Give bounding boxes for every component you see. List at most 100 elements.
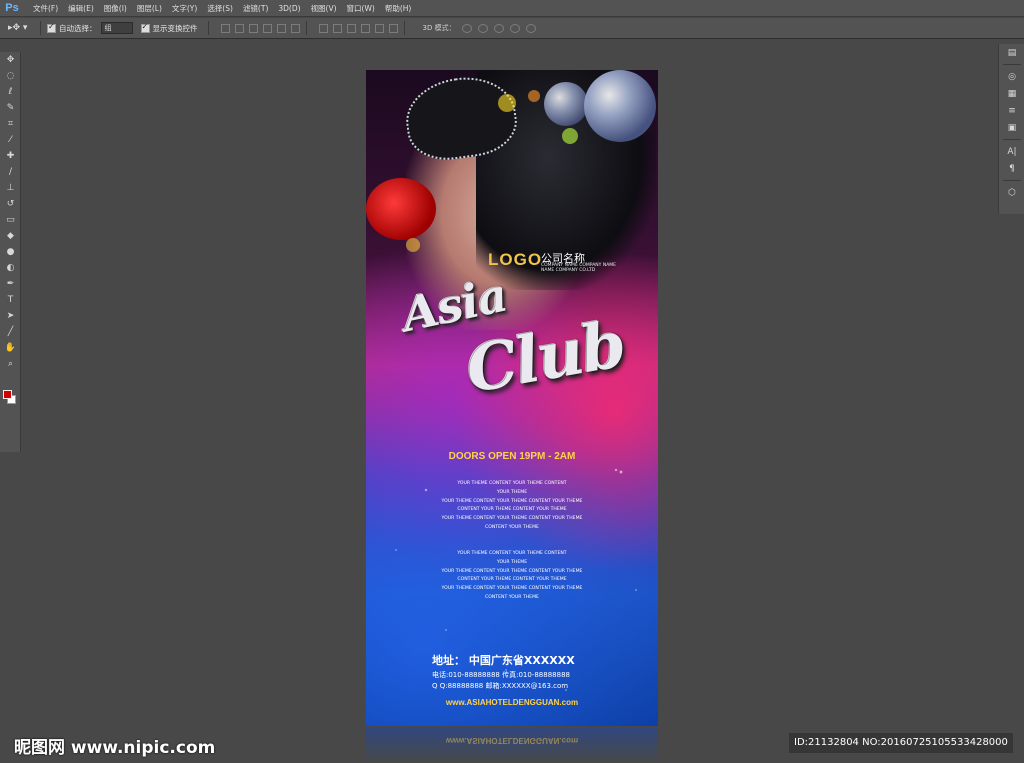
menu-type[interactable]: 文字(Y) [167, 0, 202, 17]
show-transform-label: 显示变换控件 [152, 23, 198, 33]
photoshop-window: Ps 文件(F) 编辑(E) 图像(I) 图层(L) 文字(Y) 选择(S) 滤… [0, 0, 1024, 763]
theme-line: CONTENT YOUR THEME [485, 594, 539, 600]
doors-open-text: DOORS OPEN 19PM - 2AM [448, 451, 576, 462]
roll-3d-icon[interactable] [477, 23, 488, 33]
blur-tool-icon[interactable]: ● [0, 244, 21, 260]
line-tool-icon[interactable]: ╱ [0, 324, 21, 340]
disco-ball-small-image [544, 82, 588, 126]
lasso-tool-icon[interactable]: ℓ [0, 84, 21, 100]
theme-line: YOUR THEME CONTENT YOUR THEME CONTENT [457, 551, 567, 556]
distribute-left-icon[interactable] [360, 23, 370, 33]
align-bottom-icon[interactable] [248, 23, 258, 33]
paragraph-panel-icon[interactable]: ¶ [999, 160, 1024, 177]
clone-stamp-icon[interactable]: ⊥ [0, 180, 21, 196]
menu-file[interactable]: 文件(F) [28, 0, 63, 17]
theme-line: CONTENT YOUR THEME CONTENT YOUR THEME [457, 577, 567, 583]
dodge-tool-icon[interactable]: ◐ [0, 260, 21, 276]
menu-bar: Ps 文件(F) 编辑(E) 图像(I) 图层(L) 文字(Y) 选择(S) 滤… [0, 0, 1024, 17]
theme-line: YOUR THEME CONTENT YOUR THEME CONTENT YO… [441, 568, 583, 574]
ps-logo-icon: Ps [5, 1, 19, 14]
menu-select[interactable]: 选择(S) [202, 0, 238, 17]
crop-tool-icon[interactable]: ⌗ [0, 116, 21, 132]
menu-view[interactable]: 视图(V) [306, 0, 342, 17]
align-hcenter-icon[interactable] [276, 23, 286, 33]
qq-email-text: Q Q:88888888 邮箱:XXXXXX@163.com [432, 682, 569, 690]
foreground-color-swatch[interactable] [3, 390, 12, 399]
history-panel-icon[interactable]: ▤ [999, 44, 1024, 61]
align-vcenter-icon[interactable] [234, 23, 244, 33]
poster-logo: LOGO [488, 250, 543, 269]
menu-layer[interactable]: 图层(L) [132, 0, 167, 17]
company-name-en-line2: NAME COMPANY CO.LTD [541, 268, 596, 273]
align-top-icon[interactable] [220, 23, 230, 33]
menu-help[interactable]: 帮助(H) [380, 0, 417, 17]
image-id-watermark: ID:21132804 NO:20160725105533428000 [789, 733, 1013, 753]
healing-brush-icon[interactable]: ✚ [0, 148, 21, 164]
address-text: 地址： 中国广东省XXXXXX [432, 654, 575, 667]
canvas-poster[interactable]: LOGO 公司名称 COMPANY NAME COMPANY NAME NAME… [366, 70, 658, 726]
align-right-icon[interactable] [290, 23, 300, 33]
character-panel-icon[interactable]: A| [999, 143, 1024, 160]
styles-panel-icon[interactable]: ▣ [999, 119, 1024, 136]
theme-line: YOUR THEME CONTENT YOUR THEME CONTENT [457, 481, 567, 486]
menu-image[interactable]: 图像(I) [99, 0, 132, 17]
zoom-tool-icon[interactable]: ⌕ [0, 356, 21, 372]
distribute-hcenter-icon[interactable] [374, 23, 384, 33]
slide-3d-icon[interactable] [509, 23, 520, 33]
show-transform-checkbox[interactable] [140, 22, 150, 33]
options-bar: ▸✥ ▾ 自动选择： 组 显示变换控件 3D 模式： [0, 18, 1024, 39]
paint-bucket-icon[interactable]: ◆ [0, 228, 21, 244]
mode-3d-label: 3D 模式： [422, 24, 456, 32]
distribute-right-icon[interactable] [388, 23, 398, 33]
divider [1002, 180, 1021, 181]
move-tool-preset-icon[interactable]: ▸✥ ▾ [8, 21, 34, 36]
divider [1002, 139, 1021, 140]
orbit-3d-icon[interactable] [461, 23, 472, 33]
type-tool-icon[interactable]: T [0, 292, 21, 308]
marquee-tool-icon[interactable]: ◌ [0, 68, 21, 84]
tools-panel: ✥ ◌ ℓ ✎ ⌗ ⁄ ✚ ∕ ⊥ ↺ ▭ ◆ ● ◐ ✒ T ➤ ╱ ✋ ⌕ [0, 52, 21, 452]
move-tool-icon[interactable]: ✥ [0, 52, 21, 68]
theme-line: YOUR THEME [496, 559, 528, 565]
pen-tool-icon[interactable]: ✒ [0, 276, 21, 292]
menu-filter[interactable]: 滤镜(T) [238, 0, 273, 17]
bokeh-light [562, 128, 578, 144]
brush-tool-icon[interactable]: ∕ [0, 164, 21, 180]
auto-select-dropdown[interactable]: 组 [100, 22, 133, 34]
poster-reflection: www.ASIAHOTELDENGGUAN.com [366, 728, 658, 763]
theme-line: YOUR THEME CONTENT YOUR THEME CONTENT YO… [441, 516, 583, 522]
history-brush-icon[interactable]: ↺ [0, 196, 21, 212]
path-select-icon[interactable]: ➤ [0, 308, 21, 324]
theme-line: YOUR THEME [496, 489, 528, 495]
adjustments-panel-icon[interactable]: ≡ [999, 102, 1024, 119]
align-left-icon[interactable] [262, 23, 272, 33]
divider [40, 21, 41, 35]
auto-select-checkbox[interactable] [47, 22, 56, 33]
eraser-tool-icon[interactable]: ▭ [0, 212, 21, 228]
drag-3d-icon[interactable] [493, 23, 504, 33]
distribute-buttons [318, 23, 398, 33]
distribute-bottom-icon[interactable] [346, 23, 356, 33]
reflected-website-text: www.ASIAHOTELDENGGUAN.com [445, 736, 579, 745]
swatches-panel-icon[interactable]: ▦ [999, 85, 1024, 102]
scale-3d-icon[interactable] [525, 23, 536, 33]
eyedropper-tool-icon[interactable]: ⁄ [0, 132, 21, 148]
menu-window[interactable]: 窗口(W) [342, 0, 380, 17]
distribute-vcenter-icon[interactable] [332, 23, 342, 33]
bokeh-light [498, 94, 516, 112]
3d-panel-icon[interactable]: ⬡ [999, 184, 1024, 201]
divider [305, 21, 307, 35]
hand-tool-icon[interactable]: ✋ [0, 340, 21, 356]
theme-line: CONTENT YOUR THEME [485, 524, 539, 530]
distribute-top-icon[interactable] [318, 23, 328, 33]
menu-edit[interactable]: 编辑(E) [63, 0, 99, 17]
divider [207, 21, 209, 35]
quick-select-tool-icon[interactable]: ✎ [0, 100, 21, 116]
theme-content-block-1: YOUR THEME CONTENT YOUR THEME CONTENT YO… [366, 480, 658, 533]
red-rose-image [366, 178, 436, 240]
nipic-watermark: 昵图网 www.nipic.com [14, 738, 216, 758]
phone-fax-text: 电话:010-88888888 传真:010-88888888 [432, 671, 570, 679]
menu-3d[interactable]: 3D(D) [273, 0, 305, 17]
color-panel-icon[interactable]: ◎ [999, 68, 1024, 85]
theme-line: CONTENT YOUR THEME CONTENT YOUR THEME [457, 507, 567, 513]
